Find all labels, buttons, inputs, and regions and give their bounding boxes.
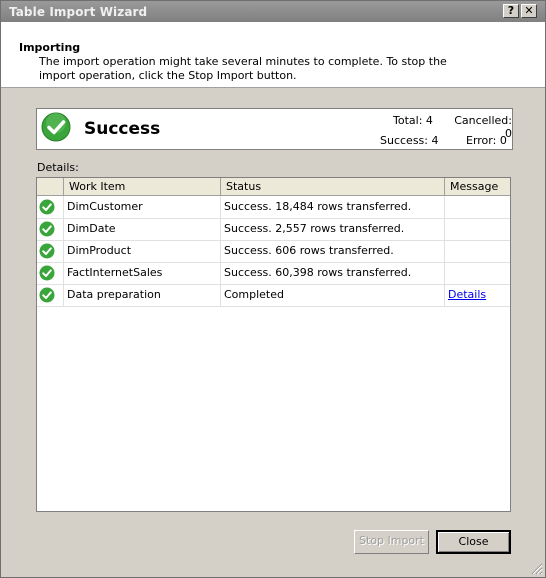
work-item-cell: DimDate bbox=[63, 218, 220, 240]
column-header-message[interactable]: Message bbox=[444, 178, 510, 195]
status-cell: Success. 18,484 rows transferred. bbox=[220, 196, 444, 218]
row-status-icon-cell bbox=[37, 262, 63, 284]
details-grid[interactable]: Work Item Status Message DimCustomer Suc… bbox=[36, 177, 511, 512]
table-row[interactable]: DimDate Success. 2,557 rows transferred. bbox=[37, 218, 510, 241]
error-count: Error: 0 bbox=[466, 134, 507, 147]
row-status-icon-cell bbox=[37, 218, 63, 240]
table-row[interactable]: DimProduct Success. 606 rows transferred… bbox=[37, 240, 510, 263]
grid-header: Work Item Status Message bbox=[37, 178, 510, 196]
close-button[interactable]: Close bbox=[436, 530, 511, 554]
column-header-icon[interactable] bbox=[37, 178, 63, 195]
message-cell bbox=[444, 262, 510, 284]
page-title: Importing bbox=[19, 41, 81, 54]
help-button[interactable]: ? bbox=[503, 4, 519, 18]
table-row[interactable]: Data preparation Completed Details bbox=[37, 284, 510, 307]
row-status-icon-cell bbox=[37, 196, 63, 218]
work-item-cell: Data preparation bbox=[63, 284, 220, 306]
close-window-button[interactable]: ✕ bbox=[521, 4, 537, 18]
row-status-icon-cell bbox=[37, 284, 63, 306]
green-check-icon bbox=[39, 287, 55, 303]
details-link[interactable]: Details bbox=[448, 288, 486, 301]
work-item-cell: DimProduct bbox=[63, 240, 220, 262]
success-check-icon bbox=[41, 112, 71, 142]
status-cell: Success. 60,398 rows transferred. bbox=[220, 262, 444, 284]
window-title: Table Import Wizard bbox=[9, 5, 148, 19]
green-check-icon bbox=[39, 265, 55, 281]
work-item-cell: FactInternetSales bbox=[63, 262, 220, 284]
title-bar[interactable]: Table Import Wizard ? ✕ bbox=[1, 1, 545, 22]
green-check-icon bbox=[39, 221, 55, 237]
summary-status: Success bbox=[84, 119, 161, 139]
status-cell: Success. 2,557 rows transferred. bbox=[220, 218, 444, 240]
message-cell bbox=[444, 218, 510, 240]
summary-panel: Success Total: 4 Cancelled: 0 Success: 4… bbox=[36, 108, 513, 150]
details-label: Details: bbox=[37, 161, 79, 174]
table-import-wizard-window: Table Import Wizard ? ✕ Importing The im… bbox=[0, 0, 546, 578]
row-status-icon-cell bbox=[37, 240, 63, 262]
column-header-work-item[interactable]: Work Item bbox=[63, 178, 220, 195]
success-count: Success: 4 bbox=[380, 134, 439, 147]
green-check-icon bbox=[39, 199, 55, 215]
resize-grip-icon[interactable] bbox=[529, 561, 543, 575]
stop-import-button[interactable]: Stop Import bbox=[354, 530, 429, 554]
message-cell bbox=[444, 240, 510, 262]
column-header-status[interactable]: Status bbox=[220, 178, 444, 195]
table-row[interactable]: FactInternetSales Success. 60,398 rows t… bbox=[37, 262, 510, 285]
wizard-header: Importing The import operation might tak… bbox=[1, 22, 545, 88]
green-check-icon bbox=[39, 243, 55, 259]
total-count: Total: 4 bbox=[393, 114, 433, 127]
table-row[interactable]: DimCustomer Success. 18,484 rows transfe… bbox=[37, 196, 510, 219]
message-cell: Details bbox=[444, 284, 510, 306]
status-cell: Completed bbox=[220, 284, 444, 306]
page-description: The import operation might take several … bbox=[39, 55, 447, 82]
status-cell: Success. 606 rows transferred. bbox=[220, 240, 444, 262]
message-cell bbox=[444, 196, 510, 218]
work-item-cell: DimCustomer bbox=[63, 196, 220, 218]
